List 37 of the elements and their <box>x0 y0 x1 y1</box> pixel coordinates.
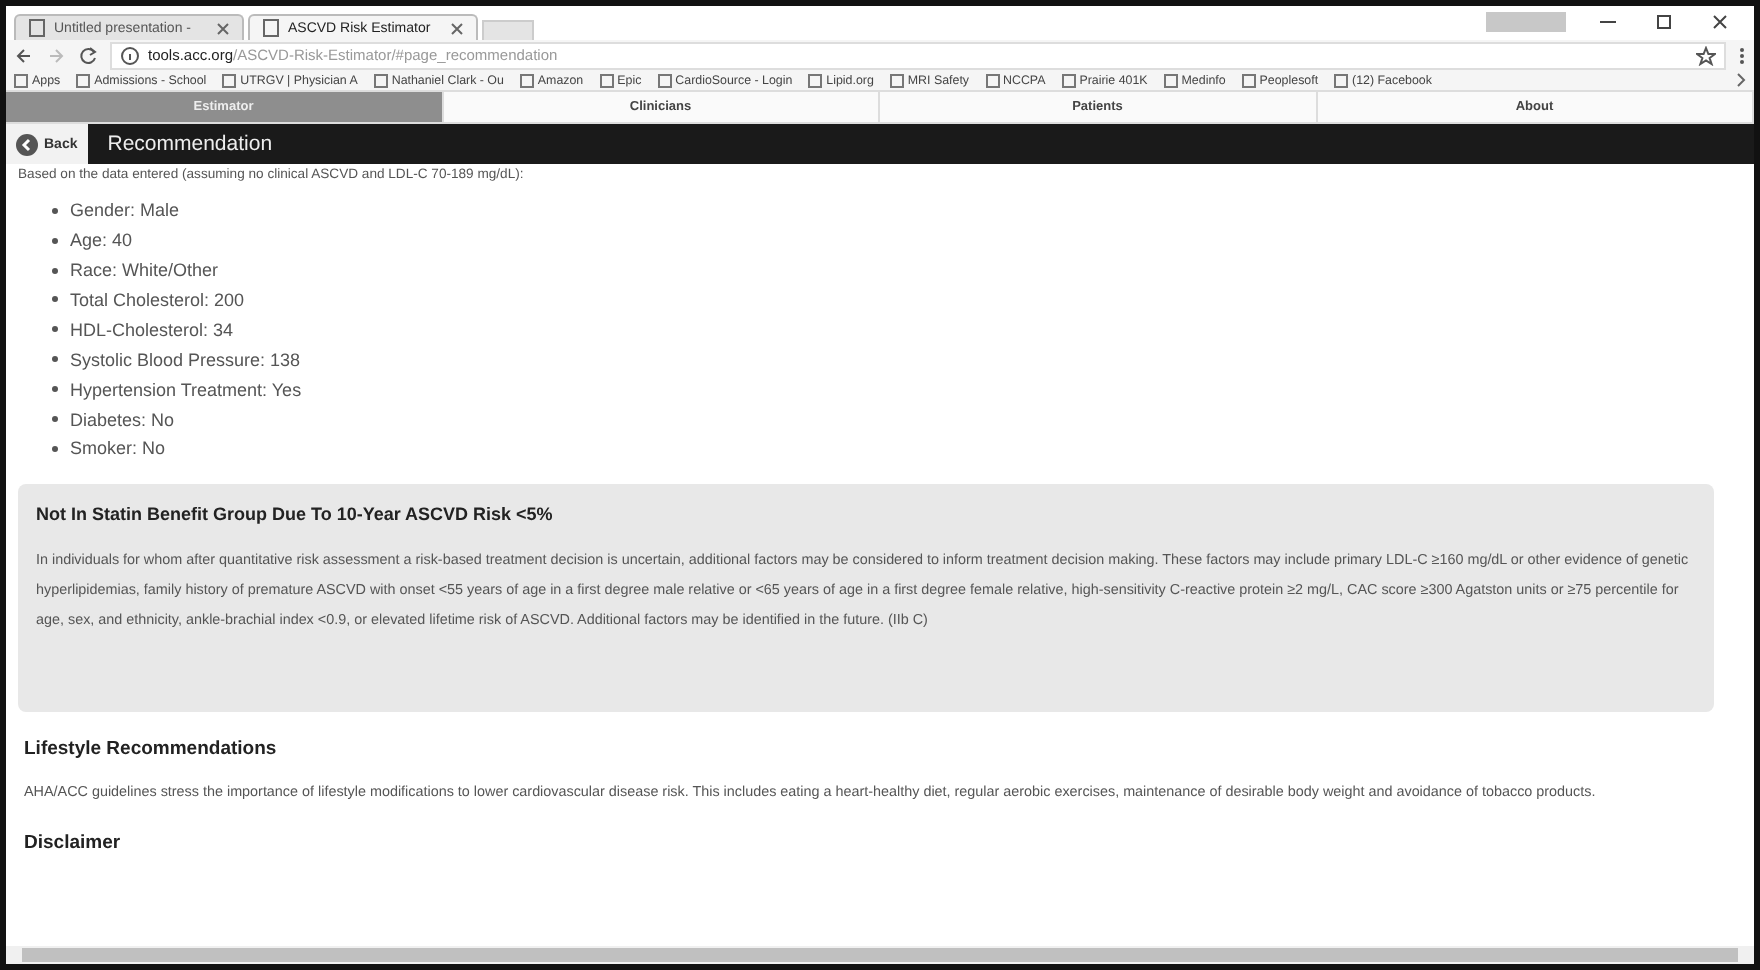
bullet-icon <box>52 237 58 244</box>
page-title: Recommendation <box>107 132 273 156</box>
star-icon[interactable] <box>1696 45 1716 65</box>
list-item: Hypertension Treatment: Yes <box>70 379 302 400</box>
reload-icon[interactable] <box>78 45 98 65</box>
section-title: Lifestyle Recommendations <box>24 737 279 760</box>
list-item: Age: 40 <box>70 230 133 251</box>
result-title: Not In Statin Benefit Group Due To 10-Year ASCVD Risk <5% <box>36 503 555 524</box>
bullet-icon <box>52 416 58 423</box>
list-item: Total Cholesterol: 200 <box>70 289 245 310</box>
bullet-icon <box>52 267 58 274</box>
back-circle-icon <box>16 133 38 155</box>
bullet-icon <box>52 356 58 363</box>
close-icon[interactable] <box>1710 12 1730 32</box>
page-icon <box>262 18 280 38</box>
bullet-icon <box>52 296 58 303</box>
list-item: Systolic Blood Pressure: 138 <box>70 349 301 370</box>
bullet-icon <box>52 445 58 452</box>
scrollbar-thumb[interactable] <box>22 948 1738 962</box>
list-item: Diabetes: No <box>70 409 175 430</box>
info-icon <box>120 45 140 65</box>
more-icon[interactable] <box>1738 45 1746 65</box>
list-item: Gender: Male <box>70 200 180 221</box>
close-icon[interactable] <box>216 21 230 35</box>
back-arrow-icon[interactable] <box>14 45 34 65</box>
close-icon[interactable] <box>450 21 464 35</box>
list-item: Race: White/Other <box>70 260 219 281</box>
page-icon <box>28 18 46 38</box>
section-title: Disclaimer <box>24 831 123 854</box>
bullet-icon <box>52 207 58 214</box>
bullet-icon <box>52 326 58 333</box>
bullet-icon <box>52 386 58 393</box>
maximize-icon[interactable] <box>1654 12 1674 32</box>
list-item: HDL-Cholesterol: 34 <box>70 319 234 340</box>
list-item: Smoker: No <box>70 438 166 459</box>
chevron-icon[interactable] <box>1736 72 1746 88</box>
scrollbar[interactable] <box>6 946 1754 964</box>
